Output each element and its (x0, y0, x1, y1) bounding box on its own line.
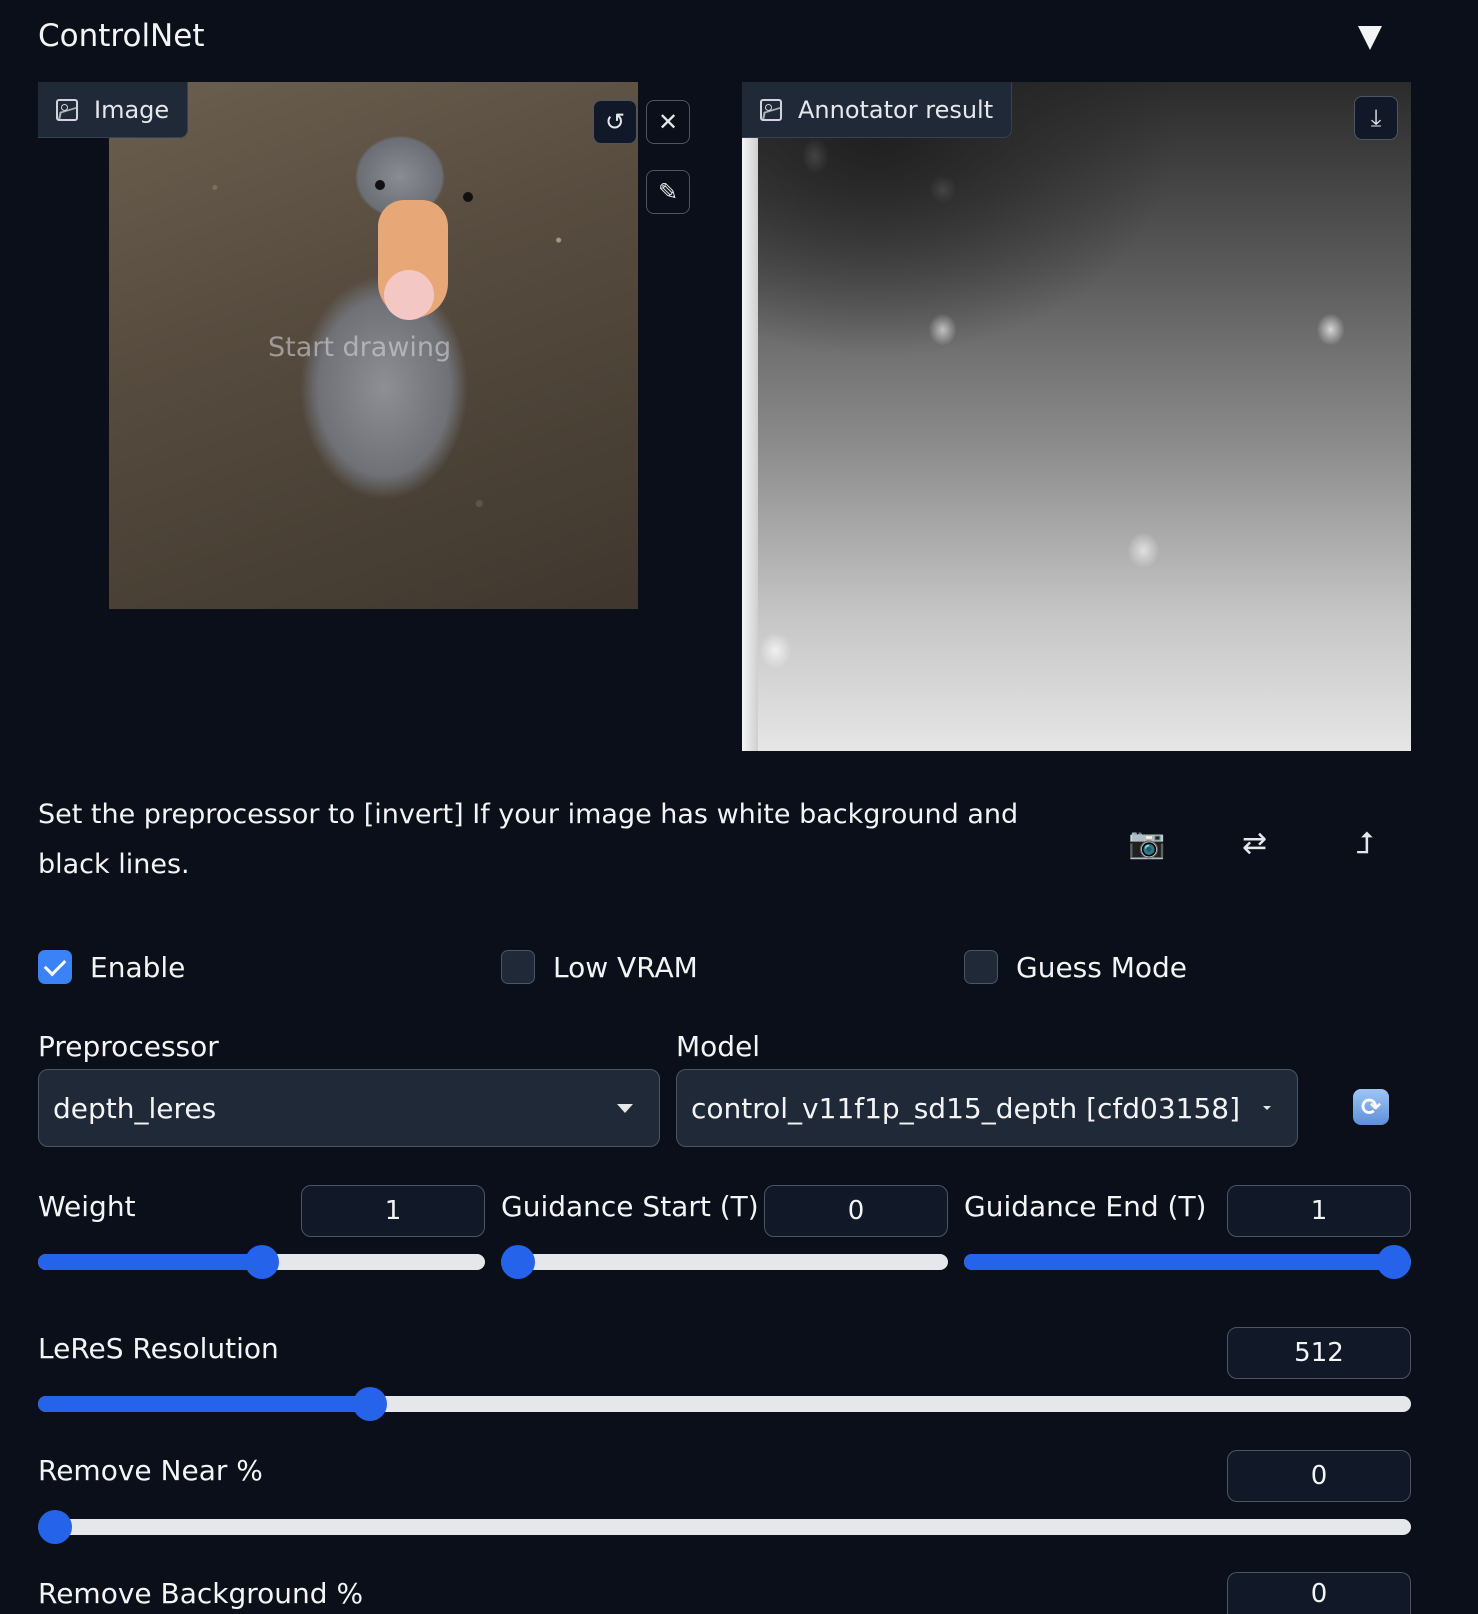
guidance-end-slider[interactable] (964, 1245, 1411, 1279)
guidance-start-label: Guidance Start (T) (501, 1190, 759, 1223)
weight-value: 1 (384, 1196, 402, 1226)
goose-eye (463, 192, 473, 202)
refresh-models-button[interactable]: ⟳ (1353, 1089, 1389, 1125)
download-button[interactable]: ⤓ (1354, 96, 1398, 140)
image-icon (760, 98, 782, 121)
image-panel-label-text: Image (94, 95, 170, 124)
leres-resolution-label: LeReS Resolution (38, 1332, 279, 1365)
leres-resolution-slider[interactable] (38, 1387, 1411, 1421)
preprocessor-hint: Set the preprocessor to [invert] If your… (38, 799, 1019, 880)
remove-near-label: Remove Near % (38, 1454, 263, 1487)
remove-background-input[interactable]: 0 (1227, 1572, 1411, 1614)
remove-near-slider[interactable] (38, 1510, 1411, 1544)
remove-background-value: 0 (1310, 1578, 1328, 1609)
slider-fill (38, 1254, 262, 1270)
preprocessor-select[interactable]: depth_leres (38, 1069, 660, 1147)
guidance-end-input[interactable]: 1 (1227, 1185, 1411, 1237)
enable-checkbox[interactable]: Enable (38, 950, 185, 984)
checkbox-checked-icon[interactable] (38, 950, 72, 984)
model-value: control_v11f1p_sd15_depth [cfd03158] (691, 1091, 1241, 1125)
mirror-button[interactable]: ⇄ (1242, 826, 1267, 861)
guidance-start-value: 0 (847, 1196, 865, 1226)
depth-image-edge (742, 82, 758, 751)
undo-button[interactable]: ↺ (593, 100, 637, 144)
guidance-start-input[interactable]: 0 (764, 1185, 948, 1237)
guidance-end-label: Guidance End (T) (964, 1190, 1207, 1223)
remove-near-value: 0 (1310, 1461, 1328, 1491)
goose-beak-tip (384, 270, 434, 320)
checkbox-label: Enable (90, 950, 186, 984)
annotator-panel-label: Annotator result (742, 82, 1013, 138)
webcam-button[interactable]: 📷 (1128, 826, 1165, 861)
weight-input[interactable]: 1 (301, 1185, 485, 1237)
swap-icon: ⇄ (1242, 826, 1268, 861)
weight-slider[interactable] (38, 1245, 485, 1279)
remove-near-input[interactable]: 0 (1227, 1450, 1411, 1502)
download-icon: ⤓ (1370, 104, 1382, 132)
section-title: ControlNet (38, 18, 205, 54)
slider-thumb[interactable] (38, 1510, 72, 1544)
checkbox-unchecked-icon[interactable] (964, 950, 998, 984)
brush-icon: ✎ (657, 178, 679, 206)
low-vram-checkbox[interactable]: Low VRAM (501, 950, 698, 984)
annotator-result-image (742, 82, 1411, 751)
slider-thumb[interactable] (501, 1245, 535, 1279)
leres-resolution-value: 512 (1294, 1338, 1344, 1368)
slider-thumb[interactable] (244, 1245, 279, 1279)
brush-button[interactable]: ✎ (646, 170, 690, 214)
refresh-icon: ⟳ (1360, 1093, 1382, 1121)
slider-thumb[interactable] (352, 1387, 387, 1421)
image-icon (56, 98, 78, 121)
send-dimensions-button[interactable]: ⮥ (1356, 826, 1374, 861)
guess-mode-checkbox[interactable]: Guess Mode (964, 950, 1187, 984)
guidance-start-slider[interactable] (501, 1245, 948, 1279)
upload-arrow-icon: ⮥ (1356, 826, 1374, 861)
model-label: Model (676, 1030, 761, 1063)
checkbox-unchecked-icon[interactable] (501, 950, 535, 984)
checkbox-label: Low VRAM (553, 950, 698, 984)
remove-background-label: Remove Background % (38, 1577, 364, 1610)
chevron-down-icon (1263, 1106, 1271, 1110)
preprocessor-label: Preprocessor (38, 1030, 219, 1063)
slider-fill (38, 1396, 370, 1412)
undo-icon: ↺ (604, 108, 626, 136)
leres-resolution-input[interactable]: 512 (1227, 1327, 1411, 1379)
image-panel-label: Image (38, 82, 189, 138)
collapse-toggle-icon[interactable] (1358, 26, 1382, 50)
annotator-panel-label-text: Annotator result (798, 95, 994, 124)
clear-button[interactable]: ✕ (646, 100, 690, 144)
camera-icon: 📷 (1128, 826, 1166, 861)
goose-eye (375, 180, 385, 190)
checkbox-label: Guess Mode (1016, 950, 1188, 984)
guidance-end-value: 1 (1310, 1196, 1328, 1226)
close-icon: ✕ (657, 108, 679, 136)
slider-fill (964, 1254, 1394, 1270)
slider-thumb[interactable] (1377, 1245, 1411, 1279)
canvas-watermark: Start drawing (268, 332, 452, 363)
weight-label: Weight (38, 1190, 136, 1223)
model-select[interactable]: control_v11f1p_sd15_depth [cfd03158] (676, 1069, 1298, 1147)
chevron-down-icon (617, 1103, 633, 1113)
preprocessor-value: depth_leres (53, 1091, 217, 1125)
